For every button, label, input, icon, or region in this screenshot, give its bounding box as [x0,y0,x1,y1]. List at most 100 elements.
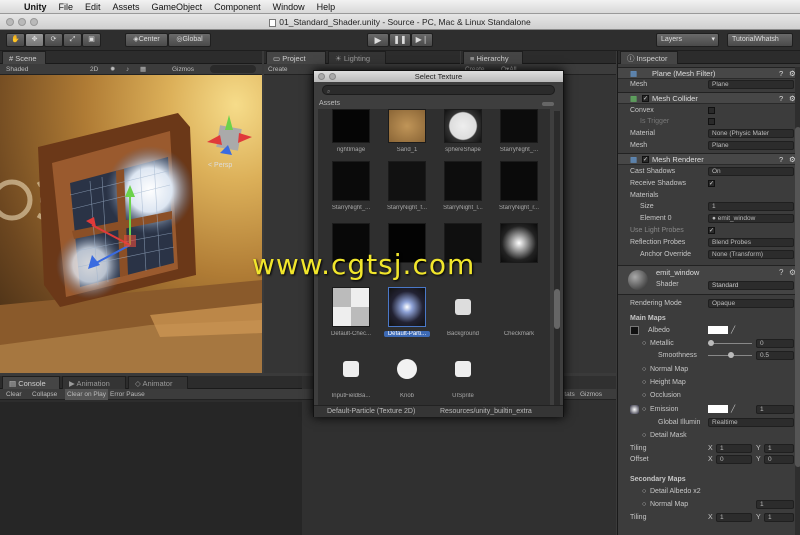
texture-tile[interactable]: Background [436,287,490,337]
eyedropper-icon[interactable]: ╱ [731,404,735,415]
hand-tool-button[interactable]: ✋ [6,33,25,47]
metallic-slider-thumb[interactable] [708,340,714,346]
radio-icon[interactable]: ○ [642,486,646,497]
materials-size-field[interactable]: 1 [708,202,794,211]
use-light-probes-checkbox[interactable]: ✓ [708,227,715,234]
texture-tile[interactable]: StarryNight_... [492,109,546,153]
console-clear-on-play-toggle[interactable]: Clear on Play [65,389,109,400]
secondary-normal-scale-field[interactable]: 1 [756,500,794,509]
smoothness-slider-thumb[interactable] [728,352,734,358]
texture-tile[interactable]: rightImage [324,109,378,153]
tab-lighting[interactable]: ☀ Lighting [328,51,386,64]
emission-intensity-field[interactable]: 1 [756,405,794,414]
mesh-collider-header[interactable]: ▦ ✓ Mesh Collider ? ⚙ [618,92,800,104]
radio-icon[interactable]: ○ [642,430,646,441]
materials-foldout[interactable]: Materials [618,190,800,201]
texture-tile-selected[interactable]: Default-Parti... [380,287,434,337]
secondary-tiling-x-field[interactable]: 1 [716,513,752,522]
lighting-toggle-icon[interactable]: ✹ [110,64,115,75]
move-tool-button[interactable]: ✥ [25,33,44,47]
tiling-y-field[interactable]: 1 [764,444,794,453]
mesh-field[interactable]: Plane [708,80,794,89]
texture-search-input[interactable]: ⌕ [322,85,555,95]
metallic-slider[interactable] [708,343,752,344]
game-gizmos-dropdown[interactable]: Gizmos [580,389,602,400]
menu-component[interactable]: Component [214,2,261,12]
mesh-renderer-header[interactable]: ▦ ✓ Mesh Renderer ? ⚙ [618,153,800,165]
offset-x-field[interactable]: 0 [716,455,752,464]
menu-window[interactable]: Window [273,2,305,12]
collider-mesh-field[interactable]: Plane [708,141,794,150]
texture-tile[interactable]: Checkmark [492,287,546,337]
tab-hierarchy[interactable]: ≡ Hierarchy [463,51,523,64]
pause-button[interactable]: ❚❚ [389,33,411,47]
scene-orientation-gizmo[interactable] [207,115,252,155]
console-collapse-toggle[interactable]: Collapse [32,389,57,400]
play-button[interactable]: ▶ [367,33,389,47]
picker-scroll-thumb[interactable] [554,289,560,329]
layers-dropdown[interactable]: Layers ▾ [656,33,719,47]
menu-file[interactable]: File [59,2,74,12]
scene-viewport[interactable]: < Persp [0,75,262,373]
scene-search-input[interactable] [210,65,256,73]
thumbnail-size-slider[interactable] [542,102,554,106]
tab-inspector[interactable]: ⓘ Inspector [620,51,678,64]
offset-y-field[interactable]: 0 [764,455,794,464]
help-icon[interactable]: ? [779,154,783,166]
console-error-pause-toggle[interactable]: Error Pause [110,389,145,400]
tab-animation[interactable]: ▶ Animation [62,376,126,389]
project-create-dropdown[interactable]: Create [268,64,288,75]
menu-assets[interactable]: Assets [113,2,140,12]
rendering-mode-dropdown[interactable]: Opaque [708,299,794,308]
metallic-field[interactable]: 0 [756,339,794,348]
receive-shadows-checkbox[interactable]: ✓ [708,180,715,187]
menu-gameobject[interactable]: GameObject [152,2,203,12]
pivot-center-toggle[interactable]: ◈Center [125,33,168,47]
close-window-button[interactable] [6,18,14,26]
texture-tile[interactable]: Sand_1 [380,109,434,153]
persp-label[interactable]: < Persp [208,162,232,169]
2d-toggle[interactable]: 2D [90,64,98,75]
cast-shadows-dropdown[interactable]: On [708,167,794,176]
albedo-color-swatch[interactable] [708,326,728,334]
tab-project[interactable]: ▭ Project [266,51,326,64]
emission-texture-slot[interactable] [630,405,639,414]
radio-icon[interactable]: ○ [642,499,646,510]
space-global-toggle[interactable]: ◎Global [168,33,211,47]
global-illumination-dropdown[interactable]: Realtime [708,418,794,427]
physic-material-field[interactable]: None (Physic Mater [708,129,794,138]
texture-tile[interactable]: StarryNight_l... [436,161,490,211]
texture-tile[interactable]: UISprite [436,349,490,399]
shader-dropdown[interactable]: Standard [708,281,794,290]
texture-tile[interactable] [492,223,546,267]
console-clear-button[interactable]: Clear [6,389,22,400]
help-icon[interactable]: ? [779,268,783,277]
menu-app[interactable]: Unity [24,2,47,12]
texture-tile[interactable]: StarryNight_r... [492,161,546,211]
tab-animator[interactable]: ◇ Animator [128,376,188,389]
anchor-override-field[interactable]: None (Transform) [708,250,794,259]
material-header[interactable]: emit_window Shader Standard ? ⚙ [618,265,800,295]
gizmos-dropdown[interactable]: Gizmos [172,64,194,75]
menu-edit[interactable]: Edit [85,2,101,12]
radio-icon[interactable]: ○ [642,364,646,375]
mesh-renderer-enabled-checkbox[interactable]: ✓ [642,156,649,163]
texture-tile[interactable]: StarryNight_... [324,161,378,211]
picker-close-button[interactable] [318,73,325,80]
rect-tool-button[interactable]: ▣ [82,33,101,47]
texture-tile[interactable]: StarryNight_f... [380,161,434,211]
tiling-x-field[interactable]: 1 [716,444,752,453]
emission-color-swatch[interactable] [708,405,728,413]
texture-tile[interactable]: Knob [380,349,434,399]
console-log-area[interactable] [0,402,302,535]
zoom-window-button[interactable] [30,18,38,26]
element-0-field[interactable]: ● emit_window [708,214,794,223]
step-button[interactable]: ▶❘ [411,33,433,47]
secondary-tiling-y-field[interactable]: 1 [764,513,794,522]
inspector-scrollbar[interactable] [795,67,800,535]
help-icon[interactable]: ? [779,93,783,105]
radio-icon[interactable]: ○ [642,390,646,401]
picker-minimize-button[interactable] [329,73,336,80]
picker-scrollbar[interactable] [554,111,560,409]
is-trigger-checkbox[interactable] [708,118,715,125]
